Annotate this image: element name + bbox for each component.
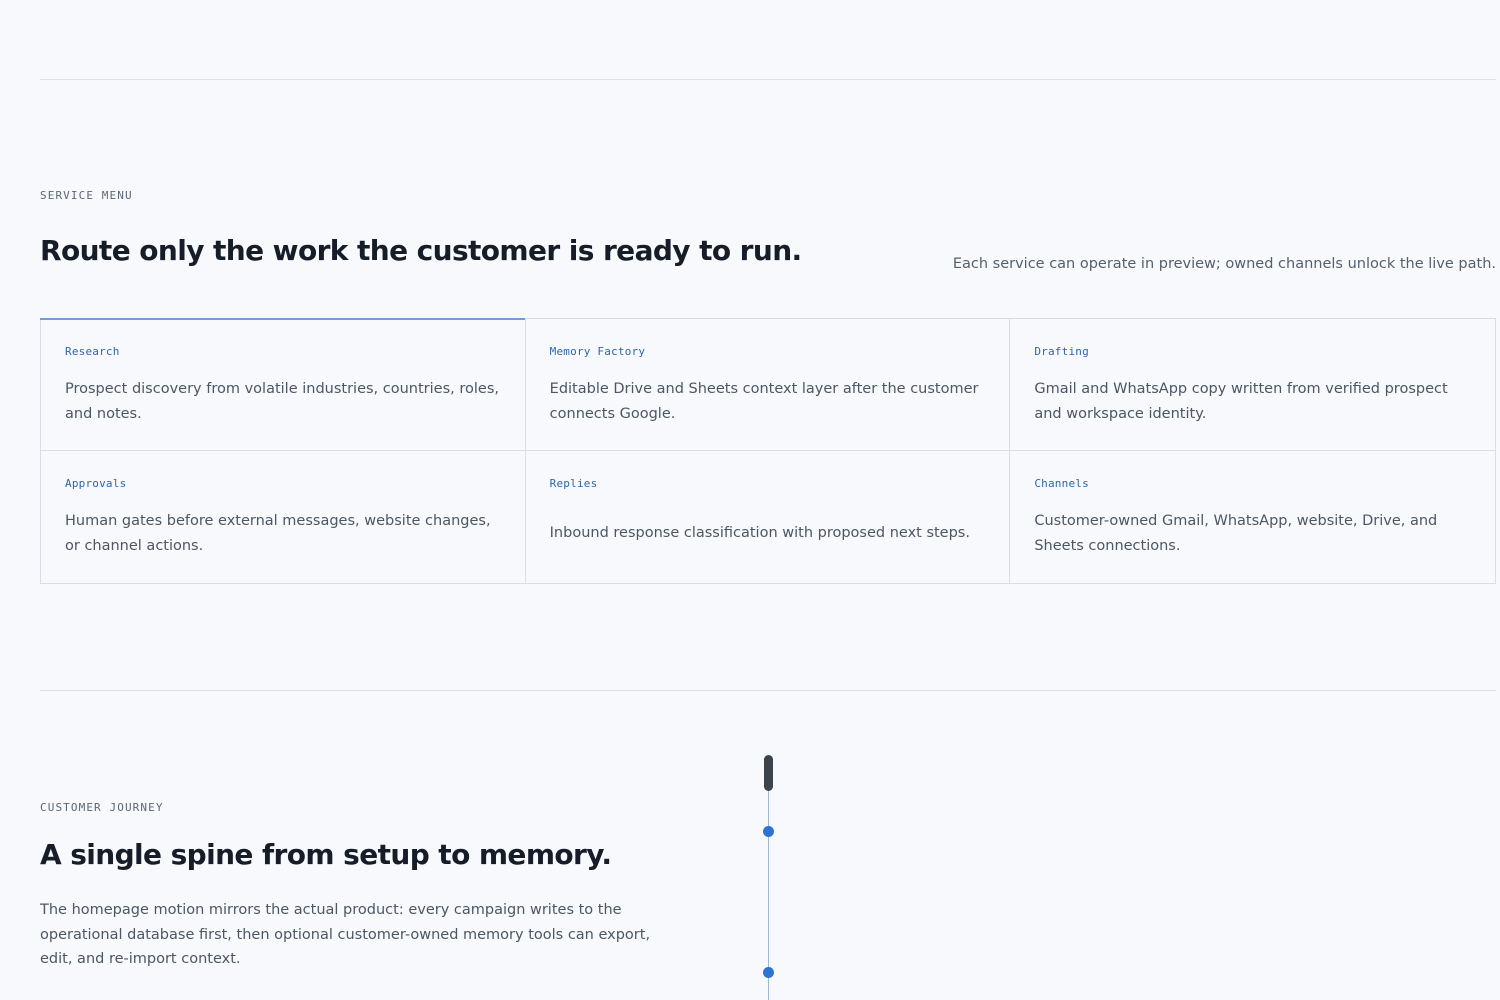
service-card-channels[interactable]: Channels Customer-owned Gmail, WhatsApp,… [1010,451,1495,583]
journey-spine-node [763,826,774,837]
service-card-approvals[interactable]: Approvals Human gates before external me… [41,451,526,583]
customer-journey-description: The homepage motion mirrors the actual p… [40,902,651,967]
service-card-description: Human gates before external messages, we… [65,513,491,554]
section-divider-middle [40,690,1496,691]
service-card-research[interactable]: Research Prospect discovery from volatil… [40,318,526,451]
service-card-description: Inbound response classification with pro… [549,525,970,541]
service-grid: Research Prospect discovery from volatil… [40,318,1496,584]
service-menu-heading: Route only the work the customer is read… [40,234,802,267]
customer-journey-heading: A single spine from setup to memory. [40,838,612,871]
service-card-description: Gmail and WhatsApp copy written from ver… [1034,381,1448,422]
service-card-drafting[interactable]: Drafting Gmail and WhatsApp copy written… [1010,319,1495,451]
service-menu-eyebrow: SERVICE MENU [40,189,133,202]
journey-spine-handle[interactable] [764,755,773,791]
service-card-memory-factory[interactable]: Memory Factory Editable Drive and Sheets… [525,319,1011,451]
service-card-title: Drafting [1034,345,1089,358]
service-card-title: Research [65,345,120,358]
service-card-title: Approvals [65,477,127,490]
journey-spine-node [763,967,774,978]
service-card-description: Prospect discovery from volatile industr… [65,381,499,422]
service-card-description: Customer-owned Gmail, WhatsApp, website,… [1034,513,1438,554]
service-card-title: Replies [549,477,598,490]
section-divider-top [40,79,1496,80]
service-menu-aside: Each service can operate in preview; own… [952,256,1496,272]
service-card-title: Channels [1034,477,1089,490]
service-card-title: Memory Factory [549,345,646,358]
customer-journey-eyebrow: CUSTOMER JOURNEY [40,801,164,814]
service-card-replies[interactable]: Replies Inbound response classification … [526,451,1011,583]
service-card-description: Editable Drive and Sheets context layer … [549,381,979,422]
